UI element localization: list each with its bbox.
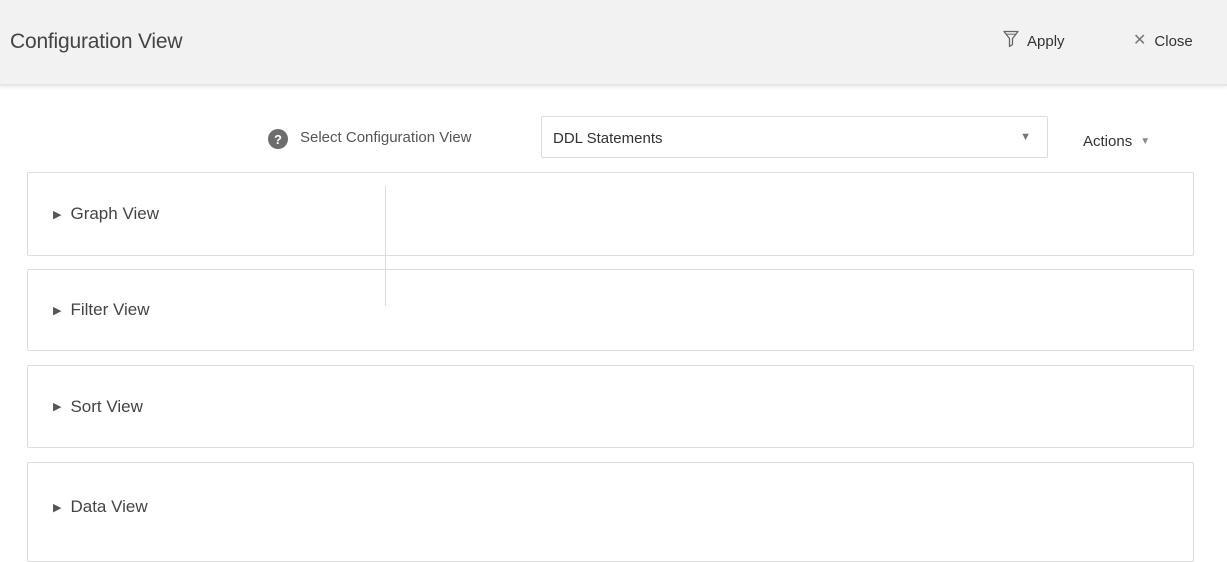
actions-menu-button[interactable]: Actions ▼ xyxy=(1083,133,1150,150)
panel-label: Sort View xyxy=(70,396,143,416)
panel-label: Graph View xyxy=(70,204,159,223)
panel-sort-view: ▶ Sort View xyxy=(27,365,1194,448)
select-configuration-label: Select Configuration View xyxy=(300,129,472,146)
apply-button[interactable]: Apply xyxy=(1003,30,1065,52)
dialog-header: Configuration View Apply ✕ Close xyxy=(0,0,1227,86)
caret-right-icon: ▶ xyxy=(53,208,62,221)
panel-header-filter-view[interactable]: ▶ Filter View xyxy=(28,270,1193,350)
panel-data-view: ▶ Data View xyxy=(27,462,1194,562)
caret-right-icon: ▶ xyxy=(53,501,62,514)
chevron-down-icon: ▼ xyxy=(1020,131,1031,143)
configuration-selector-row: ? Select Configuration View DDL Statemen… xyxy=(0,116,1227,160)
configuration-view-select[interactable]: DDL Statements ▼ xyxy=(541,116,1048,158)
panel-filter-view: ▶ Filter View xyxy=(27,269,1194,351)
panel-label: Filter View xyxy=(70,300,150,319)
panel-graph-view: ▶ Graph View xyxy=(27,172,1194,256)
dialog-title: Configuration View xyxy=(10,30,183,53)
question-circle-icon[interactable]: ? xyxy=(268,129,288,149)
caret-right-icon: ▶ xyxy=(53,401,62,413)
selected-configuration-value: DDL Statements xyxy=(553,130,663,147)
panel-header-data-view[interactable]: ▶ Data View xyxy=(28,463,1193,551)
close-button[interactable]: ✕ Close xyxy=(1133,30,1193,52)
panel-header-graph-view[interactable]: ▶ Graph View xyxy=(28,173,1193,255)
close-icon: ✕ xyxy=(1133,32,1147,49)
apply-label: Apply xyxy=(1027,32,1065,50)
panel-header-sort-view[interactable]: ▶ Sort View xyxy=(28,366,1193,447)
caret-down-icon: ▼ xyxy=(1140,136,1151,147)
funnel-icon xyxy=(1003,30,1019,52)
actions-label: Actions xyxy=(1083,133,1133,150)
panel-label: Data View xyxy=(70,497,148,516)
close-label: Close xyxy=(1154,32,1193,50)
caret-right-icon: ▶ xyxy=(53,304,62,317)
resize-splitter[interactable] xyxy=(385,186,386,306)
